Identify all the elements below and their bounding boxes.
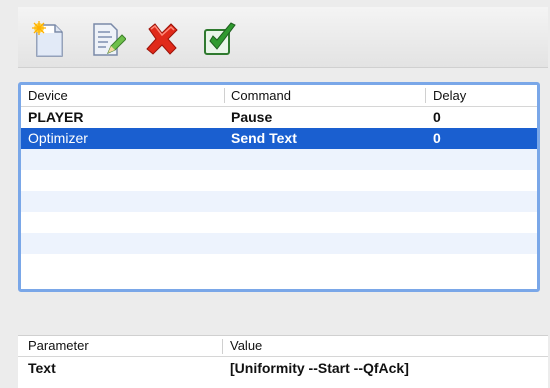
value-column-header[interactable]: Value: [230, 336, 262, 356]
toolbar: [18, 7, 548, 68]
command-table[interactable]: Device Command Delay PLAYER Pause 0 Opti…: [18, 82, 540, 292]
command-cell: Send Text: [231, 130, 297, 146]
parameter-cell: Text: [28, 360, 56, 376]
delay-cell: 0: [433, 109, 441, 125]
table-row[interactable]: Text [Uniformity --Start --QfAck]: [18, 357, 548, 379]
device-column-header[interactable]: Device: [28, 85, 68, 106]
empty-row[interactable]: [21, 212, 537, 233]
empty-row[interactable]: [21, 170, 537, 191]
delete-command-button[interactable]: [141, 19, 181, 59]
edit-document-icon: [93, 23, 126, 56]
edit-command-button[interactable]: [86, 19, 126, 59]
new-document-icon: [32, 21, 63, 57]
value-cell[interactable]: [Uniformity --Start --QfAck]: [230, 357, 409, 379]
command-cell: Pause: [231, 109, 273, 125]
parameter-table-header: Parameter Value: [18, 336, 548, 357]
table-row[interactable]: PLAYER Pause 0: [21, 107, 537, 128]
empty-row[interactable]: [21, 149, 537, 170]
accept-button[interactable]: [200, 19, 240, 59]
empty-row[interactable]: [21, 254, 537, 275]
parameter-table[interactable]: Parameter Value Text [Uniformity --Start…: [18, 335, 548, 388]
empty-row[interactable]: [21, 233, 537, 254]
device-cell: PLAYER: [28, 109, 84, 125]
delay-cell: 0: [433, 130, 441, 146]
checkmark-icon: [204, 22, 236, 55]
new-command-button[interactable]: [29, 19, 69, 59]
table-row-selected[interactable]: Optimizer Send Text 0: [21, 128, 537, 149]
delay-column-header[interactable]: Delay: [433, 85, 466, 106]
command-table-header: Device Command Delay: [21, 85, 537, 107]
delete-icon: [146, 23, 178, 55]
empty-row[interactable]: [21, 191, 537, 212]
device-cell: Optimizer: [28, 130, 88, 146]
command-column-header[interactable]: Command: [231, 85, 291, 106]
parameter-column-header[interactable]: Parameter: [28, 336, 89, 356]
